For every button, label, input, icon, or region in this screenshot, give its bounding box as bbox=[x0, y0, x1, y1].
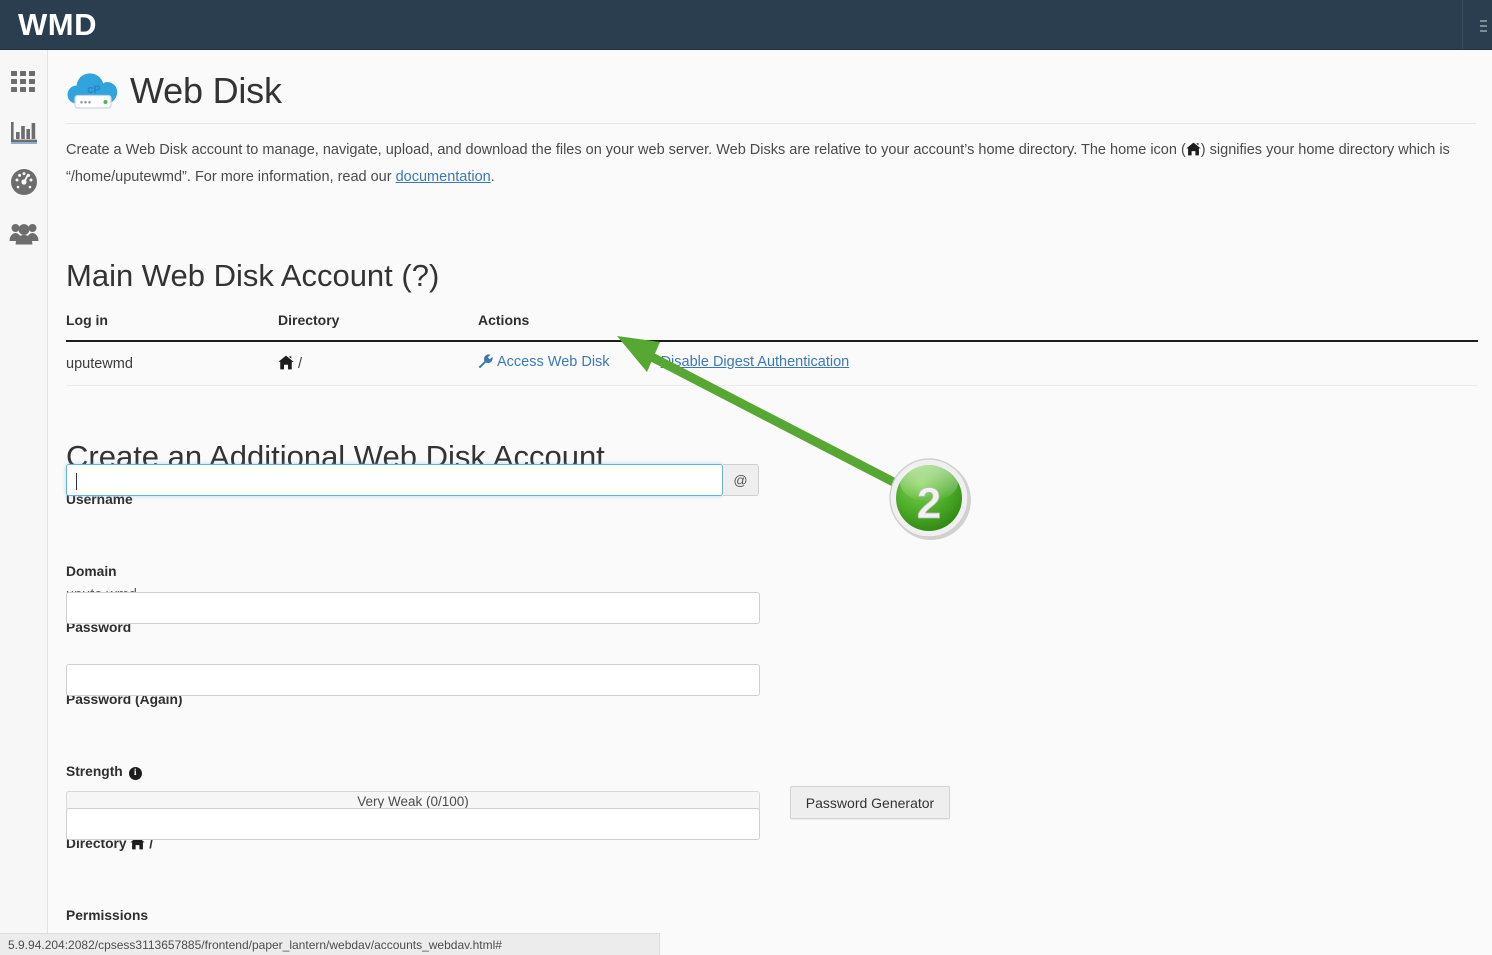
sidebar-item-metrics[interactable] bbox=[0, 158, 48, 206]
username-input[interactable] bbox=[66, 464, 723, 496]
column-header-actions: Actions bbox=[478, 312, 530, 328]
info-icon[interactable]: i bbox=[128, 767, 142, 781]
sidebar-item-users[interactable] bbox=[0, 208, 48, 256]
permissions-label: Permissions bbox=[66, 908, 149, 923]
status-bar-url: 5.9.94.204:2082/cpsess3113657885/fronten… bbox=[0, 933, 660, 955]
menu-dots-icon bbox=[1480, 20, 1488, 32]
wrench-icon bbox=[478, 354, 493, 373]
top-navbar: WMD bbox=[0, 0, 1492, 50]
access-web-disk-label: Access Web Disk bbox=[497, 354, 610, 370]
app-window: WMD cP Web Disk Create a Web Disk accoun… bbox=[0, 0, 1492, 955]
intro-text-part-1: Create a Web Disk account to manage, nav… bbox=[66, 142, 1186, 158]
page-title: Web Disk bbox=[130, 69, 282, 111]
home-icon bbox=[1186, 140, 1201, 165]
table-row: uputewmd / Access Web Disk Disable Diges… bbox=[66, 342, 1478, 386]
main-account-heading: Main Web Disk Account (?) bbox=[66, 258, 440, 293]
password-generator-button[interactable]: Password Generator bbox=[790, 786, 950, 819]
sidebar-item-apps[interactable] bbox=[0, 58, 48, 106]
text-cursor bbox=[76, 473, 77, 490]
password-again-input[interactable] bbox=[66, 664, 760, 696]
column-header-login: Log in bbox=[66, 312, 108, 328]
web-disk-cloud-icon: cP bbox=[66, 68, 122, 114]
strength-label: Strength i bbox=[66, 764, 142, 781]
cell-directory-path: / bbox=[298, 356, 303, 372]
disable-digest-authentication-label: Disable Digest Authentication bbox=[660, 354, 850, 370]
documentation-link[interactable]: documentation bbox=[396, 169, 491, 185]
intro-text-part-3: . bbox=[490, 169, 495, 185]
svg-text:cP: cP bbox=[87, 84, 100, 96]
gauge-icon bbox=[10, 168, 38, 196]
password-generator-label: Password Generator bbox=[805, 794, 935, 811]
brand-logo[interactable]: WMD bbox=[18, 6, 97, 44]
at-symbol-label: @ bbox=[733, 472, 748, 488]
navbar-overflow-menu[interactable] bbox=[1462, 0, 1492, 49]
page-description: Create a Web Disk account to manage, nav… bbox=[66, 138, 1478, 190]
pencil-icon bbox=[642, 354, 657, 373]
users-icon bbox=[9, 219, 39, 245]
column-header-directory: Directory bbox=[278, 312, 340, 328]
access-web-disk-link[interactable]: Access Web Disk bbox=[478, 354, 614, 370]
page-header: cP Web Disk bbox=[66, 58, 1476, 124]
table-header-row: Log in Directory Actions bbox=[66, 312, 1478, 342]
sidebar-rail bbox=[0, 50, 48, 955]
directory-input[interactable] bbox=[66, 808, 760, 840]
apps-grid-icon bbox=[11, 71, 37, 93]
cell-actions: Access Web Disk Disable Digest Authentic… bbox=[478, 354, 1478, 373]
sidebar-item-statistics[interactable] bbox=[0, 108, 48, 156]
main-account-table: Log in Directory Actions uputewmd / Acce… bbox=[66, 312, 1478, 386]
disable-digest-authentication-link[interactable]: Disable Digest Authentication bbox=[642, 354, 850, 373]
bar-chart-icon bbox=[11, 120, 37, 144]
cell-login: uputewmd bbox=[66, 355, 133, 372]
domain-label: Domain bbox=[66, 564, 117, 579]
main-content: cP Web Disk Create a Web Disk account to… bbox=[48, 50, 1492, 955]
password-input[interactable] bbox=[66, 592, 760, 624]
home-icon bbox=[278, 355, 298, 372]
status-bar-url-text: 5.9.94.204:2082/cpsess3113657885/fronten… bbox=[8, 937, 502, 952]
strength-label-text: Strength bbox=[66, 764, 123, 779]
cell-directory: / bbox=[278, 355, 478, 372]
at-symbol-addon[interactable]: @ bbox=[723, 464, 759, 496]
password-strength-text: Very Weak (0/100) bbox=[357, 794, 469, 809]
